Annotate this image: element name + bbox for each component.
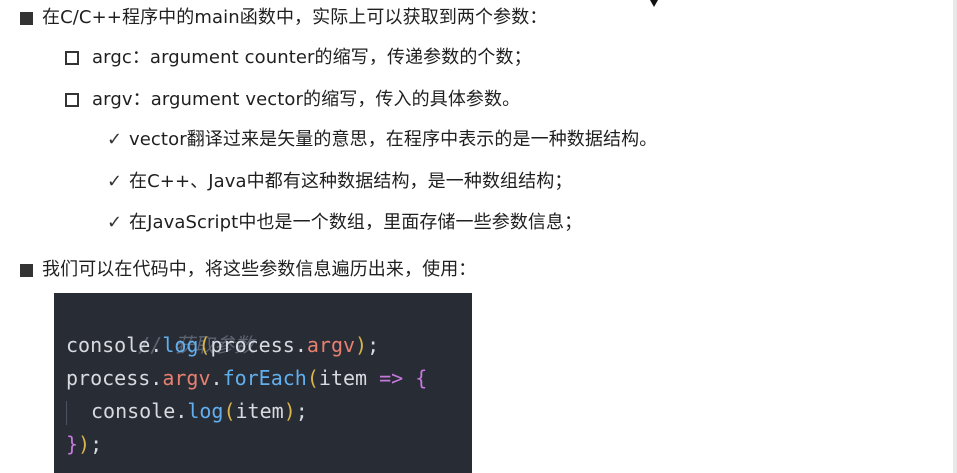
- check-mark-icon: ✓: [107, 212, 123, 233]
- code-line-3: process.argv.forEach(item => {: [66, 362, 472, 395]
- hollow-square-bullet-icon: [65, 93, 79, 107]
- square-bullet-icon: [20, 263, 33, 277]
- code-token-close-paren: ): [283, 399, 296, 423]
- code-token-console: console: [66, 333, 151, 357]
- code-token-open-paren: (: [198, 333, 211, 357]
- bullet-item-argv: argv：argument vector的缩写，传入的具体参数。: [65, 88, 520, 112]
- code-token-arrow: =>: [367, 366, 416, 390]
- check-item-text: vector翻译过来是矢量的意思，在程序中表示的是一种数据结构。: [129, 129, 658, 150]
- check-item-text: 在JavaScript中也是一个数组，里面存储一些参数信息；: [129, 212, 583, 233]
- code-token-log: log: [162, 333, 199, 357]
- code-token-dot: .: [150, 366, 163, 390]
- bullet-item-main-args: 在C/C++程序中的main函数中，实际上可以获取到两个参数：: [20, 6, 547, 30]
- code-token-close-brace: }: [66, 432, 79, 456]
- mouse-pointer-icon: [650, 0, 658, 7]
- code-token-item-param: item: [318, 366, 368, 390]
- code-token-close-paren: ): [78, 432, 91, 456]
- code-token-semicolon: ;: [295, 399, 308, 423]
- code-token-argv: argv: [306, 333, 356, 357]
- window-edge: [953, 0, 957, 473]
- code-token-process: process: [210, 333, 295, 357]
- square-bullet-icon: [20, 11, 33, 25]
- code-line-4: console.log(item);: [66, 395, 472, 428]
- check-item-text: 在C++、Java中都有这种数据结构，是一种数组结构；: [129, 171, 573, 192]
- check-mark-icon: ✓: [107, 129, 123, 150]
- check-item-vector-meaning: ✓ vector翻译过来是矢量的意思，在程序中表示的是一种数据结构。: [107, 128, 657, 152]
- code-token-open-paren: (: [306, 366, 319, 390]
- check-item-cpp-java: ✓ 在C++、Java中都有这种数据结构，是一种数组结构；: [107, 170, 572, 194]
- code-token-semicolon: ;: [367, 333, 380, 357]
- indent-guide: [66, 400, 81, 425]
- code-line-5: });: [66, 428, 472, 461]
- bullet-item-iterate-args: 我们可以在代码中，将这些参数信息遍历出来，使用：: [20, 258, 476, 282]
- code-token-item-arg: item: [235, 399, 284, 423]
- code-token-dot: .: [294, 333, 307, 357]
- hollow-square-bullet-icon: [65, 51, 79, 65]
- code-token-argv: argv: [162, 366, 211, 390]
- code-token-dot: .: [150, 333, 163, 357]
- code-token-foreach: forEach: [222, 366, 307, 390]
- code-token-semicolon: ;: [90, 432, 103, 456]
- code-token-open-brace: {: [415, 366, 428, 390]
- slide-page: 在C/C++程序中的main函数中，实际上可以获取到两个参数： argc：arg…: [0, 0, 957, 473]
- code-token-dot: .: [175, 399, 188, 423]
- code-token-dot: .: [210, 366, 223, 390]
- bullet-text: argc：argument counter的缩写，传递参数的个数；: [92, 47, 532, 68]
- code-token-open-paren: (: [223, 399, 236, 423]
- code-line-1: // 获取参数: [66, 296, 472, 357]
- check-mark-icon: ✓: [107, 171, 123, 192]
- code-token-console: console: [91, 399, 176, 423]
- check-item-javascript: ✓ 在JavaScript中也是一个数组，里面存储一些参数信息；: [107, 211, 582, 235]
- code-line-2: console.log(process.argv);: [66, 329, 472, 362]
- code-token-close-paren: ): [355, 333, 368, 357]
- code-token-process: process: [66, 366, 151, 390]
- bullet-text: 在C/C++程序中的main函数中，实际上可以获取到两个参数：: [42, 7, 548, 28]
- bullet-text: argv：argument vector的缩写，传入的具体参数。: [92, 89, 521, 110]
- code-token-log: log: [187, 399, 224, 423]
- bullet-text: 我们可以在代码中，将这些参数信息遍历出来，使用：: [42, 259, 477, 280]
- code-block: // 获取参数 console.log(process.argv); proce…: [54, 293, 472, 473]
- bullet-item-argc: argc：argument counter的缩写，传递参数的个数；: [65, 46, 532, 70]
